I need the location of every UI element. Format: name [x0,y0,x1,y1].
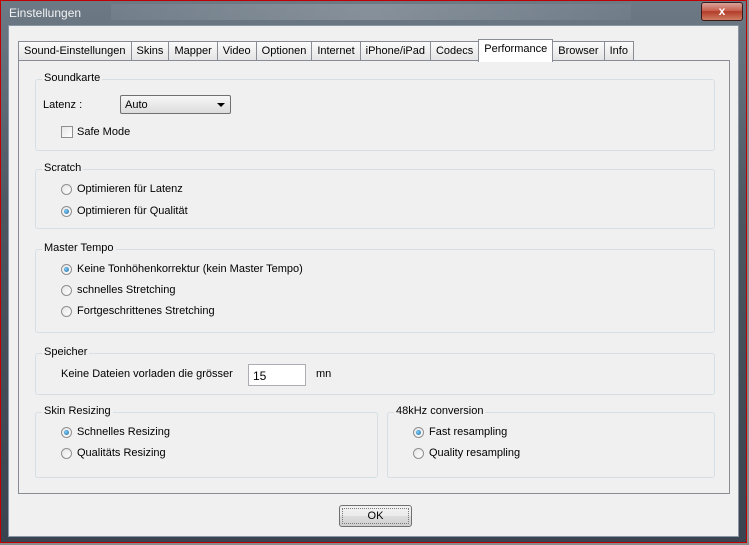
radio-optimieren-qualitaet[interactable]: Optimieren für Qualität [61,205,188,217]
tab-performance[interactable]: Performance [478,39,554,62]
chevron-down-icon [217,103,225,107]
tab-iphone-ipad[interactable]: iPhone/iPad [359,41,431,61]
tab-strip: Sound-Einstellungen Skins Mapper Video O… [18,39,634,62]
radio-button[interactable] [61,426,72,438]
ok-button[interactable]: OK [339,505,412,527]
safe-mode-label: Safe Mode [77,126,131,138]
latenz-dropdown[interactable]: Auto [120,95,231,114]
tab-info[interactable]: Info [603,41,634,61]
skin-resizing-group: Skin Resizing [35,405,378,478]
speicher-title: Speicher [42,346,90,358]
soundkarte-group: Soundkarte [35,72,715,151]
radio-label: Optimieren für Latenz [77,183,183,195]
close-button[interactable]: x [701,2,743,21]
radio-label: Optimieren für Qualität [77,205,188,217]
radio-schnelles-resizing[interactable]: Schnelles Resizing [61,426,170,438]
radio-keine-tonhoehenkorrektur[interactable]: Keine Tonhöhenkorrektur (kein Master Tem… [61,263,303,275]
safe-mode-checkbox[interactable]: Safe Mode [61,126,130,138]
radio-fortgeschrittenes-stretching[interactable]: Fortgeschrittenes Stretching [61,305,215,317]
tab-video[interactable]: Video [216,41,257,61]
skin-resizing-title: Skin Resizing [42,405,113,417]
radio-label: Qualitäts Resizing [77,447,166,459]
scratch-title: Scratch [42,162,84,174]
radio-label: Schnelles Resizing [77,426,170,438]
tab-browser[interactable]: Browser [552,41,605,61]
title-bar-glass [111,4,631,20]
settings-window: Einstellungen x Sound-Einstellungen Skin… [0,0,747,543]
radio-label: Quality resampling [429,447,521,459]
radio-button[interactable] [61,305,72,317]
dialog-body: Sound-Einstellungen Skins Mapper Video O… [8,25,739,537]
radio-button[interactable] [61,284,72,296]
checkbox-box[interactable] [61,126,73,138]
radio-fast-resampling[interactable]: Fast resampling [413,426,507,438]
master-tempo-title: Master Tempo [42,242,116,254]
tab-skins[interactable]: Skins [130,41,170,61]
radio-label: Fortgeschrittenes Stretching [77,305,215,317]
radio-button[interactable] [61,447,72,459]
tab-codecs[interactable]: Codecs [429,41,480,61]
scratch-group: Scratch [35,162,715,229]
latenz-label: Latenz : [43,99,83,111]
performance-panel: Soundkarte Latenz : Auto Safe Mode Scrat… [18,60,730,494]
radio-button[interactable] [61,183,72,195]
radio-label: Fast resampling [429,426,508,438]
latenz-value: Auto [125,99,148,111]
radio-button[interactable] [61,205,72,217]
radio-button[interactable] [61,263,72,275]
title-bar[interactable]: Einstellungen x [1,1,746,25]
conversion-title: 48kHz conversion [394,405,486,417]
tab-optionen[interactable]: Optionen [255,41,313,61]
tab-mapper[interactable]: Mapper [168,41,218,61]
radio-schnelles-stretching[interactable]: schnelles Stretching [61,284,175,296]
tab-internet[interactable]: Internet [311,41,361,61]
tab-sound-einstellungen[interactable]: Sound-Einstellungen [18,41,132,61]
radio-quality-resampling[interactable]: Quality resampling [413,447,520,459]
close-icon: x [718,4,726,18]
radio-button[interactable] [413,426,424,438]
radio-label: Keine Tonhöhenkorrektur (kein Master Tem… [77,263,303,275]
speicher-unit: mn [316,368,332,380]
conversion-group: 48kHz conversion [387,405,715,478]
radio-button[interactable] [413,447,424,459]
radio-optimieren-latenz[interactable]: Optimieren für Latenz [61,183,183,195]
preload-size-input[interactable]: 15 [248,364,306,386]
soundkarte-title: Soundkarte [42,72,103,84]
radio-qualitaets-resizing[interactable]: Qualitäts Resizing [61,447,166,459]
window-title: Einstellungen [9,6,82,20]
speicher-label: Keine Dateien vorladen die grösser [61,368,233,380]
radio-label: schnelles Stretching [77,284,176,296]
